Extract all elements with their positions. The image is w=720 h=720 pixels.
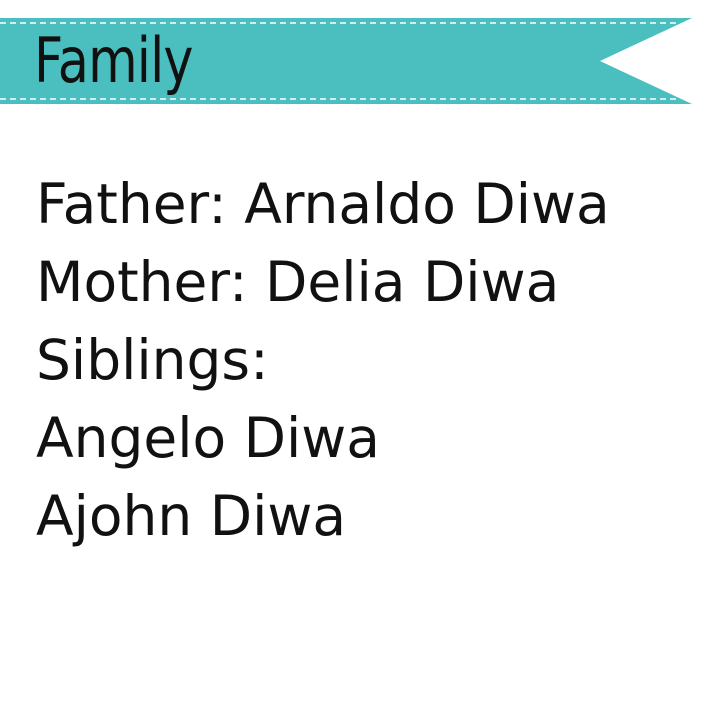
title-ribbon: Family bbox=[0, 18, 692, 104]
section-title: Family bbox=[34, 24, 194, 97]
page: Family Father: Arnaldo Diwa Mother: Deli… bbox=[0, 0, 720, 720]
sibling-item: Ajohn Diwa bbox=[36, 484, 347, 548]
siblings-label: Siblings: bbox=[36, 328, 269, 392]
family-list: Father: Arnaldo Diwa Mother: Delia Diwa … bbox=[36, 165, 706, 555]
sibling-item: Angelo Diwa bbox=[36, 406, 380, 470]
mother-line: Mother: Delia Diwa bbox=[36, 250, 560, 314]
father-line: Father: Arnaldo Diwa bbox=[36, 172, 610, 236]
